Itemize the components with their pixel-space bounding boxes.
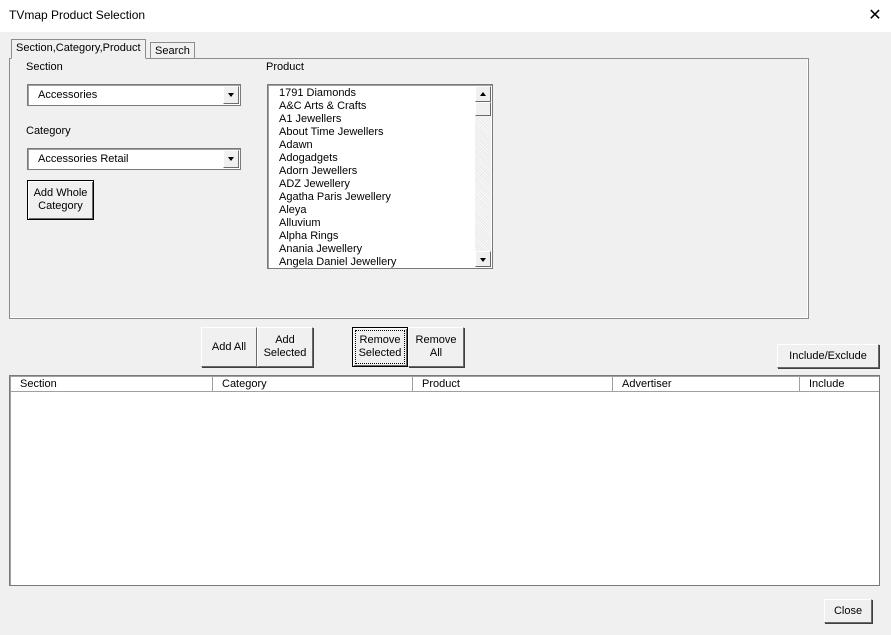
product-list-item[interactable]: Adorn Jewellers xyxy=(279,165,396,178)
close-button[interactable]: Close xyxy=(824,599,872,623)
product-listbox[interactable]: 1791 Diamonds A&C Arts & Crafts A1 Jewelle… xyxy=(267,84,493,269)
add-selected-label-1: Add xyxy=(275,334,295,346)
scroll-thumb[interactable] xyxy=(475,102,491,116)
column-header-section[interactable]: Section xyxy=(11,377,212,391)
remove-all-button[interactable]: Remove All xyxy=(408,327,464,367)
add-whole-category-label-2: Category xyxy=(38,200,83,212)
dropdown-arrow-icon[interactable] xyxy=(223,150,239,168)
category-value: Accessories Retail xyxy=(38,153,129,165)
remove-all-label-1: Remove xyxy=(415,334,457,346)
results-header: Section Category Product Advertiser Incl… xyxy=(11,377,879,392)
column-header-advertiser[interactable]: Advertiser xyxy=(612,377,799,391)
product-list-item[interactable]: About Time Jewellers xyxy=(279,126,396,139)
product-list-item[interactable]: Aleya xyxy=(279,204,396,217)
category-label: Category xyxy=(26,125,71,137)
window-title: TVmap Product Selection xyxy=(9,8,146,22)
close-window-icon[interactable]: ✕ xyxy=(861,3,889,29)
results-table[interactable]: Section Category Product Advertiser Incl… xyxy=(9,375,880,586)
product-list-item[interactable]: Alpha Rings xyxy=(279,230,396,243)
add-whole-category-button[interactable]: Add Whole Category xyxy=(27,180,94,220)
remove-all-label-2: All xyxy=(429,347,443,359)
add-selected-label-2: Selected xyxy=(263,347,307,359)
product-label: Product xyxy=(266,61,304,73)
dropdown-arrow-icon[interactable] xyxy=(223,86,239,104)
remove-selected-label-1: Remove xyxy=(359,334,401,346)
add-all-button[interactable]: Add All xyxy=(201,327,257,367)
product-list-item[interactable]: 1791 Diamonds xyxy=(279,87,396,100)
remove-selected-label-2: Selected xyxy=(358,347,402,359)
tab-search[interactable]: Search xyxy=(150,42,195,59)
product-list-item[interactable]: ADZ Jewellery xyxy=(279,178,396,191)
column-header-category[interactable]: Category xyxy=(212,377,412,391)
product-list-item[interactable]: A&C Arts & Crafts xyxy=(279,100,396,113)
section-label: Section xyxy=(26,61,63,73)
scroll-up-icon[interactable] xyxy=(475,86,491,102)
section-value: Accessories xyxy=(38,89,98,101)
product-list-item[interactable]: Alluvium xyxy=(279,217,396,230)
product-list-item[interactable]: Anania Jewellery xyxy=(279,243,396,256)
product-list-item[interactable]: Angela Daniel Jewellery xyxy=(279,256,396,268)
scroll-down-icon[interactable] xyxy=(475,251,491,267)
add-whole-category-label-1: Add Whole xyxy=(33,187,88,199)
remove-selected-button[interactable]: Remove Selected xyxy=(352,327,408,367)
product-scrollbar[interactable] xyxy=(475,86,491,267)
product-list-item[interactable]: Adogadgets xyxy=(279,152,396,165)
column-header-include[interactable]: Include xyxy=(799,377,879,391)
tab-section-category-product[interactable]: Section,Category,Product xyxy=(11,39,146,59)
section-dropdown[interactable]: Accessories xyxy=(27,84,241,106)
product-items: 1791 Diamonds A&C Arts & Crafts A1 Jewelle… xyxy=(279,87,396,268)
product-list-item[interactable]: Agatha Paris Jewellery xyxy=(279,191,396,204)
product-list-item[interactable]: Adawn xyxy=(279,139,396,152)
column-header-product[interactable]: Product xyxy=(412,377,612,391)
add-selected-button[interactable]: Add Selected xyxy=(257,327,313,367)
product-list-item[interactable]: A1 Jewellers xyxy=(279,113,396,126)
include-exclude-button[interactable]: Include/Exclude xyxy=(777,344,879,368)
category-dropdown[interactable]: Accessories Retail xyxy=(27,148,241,170)
